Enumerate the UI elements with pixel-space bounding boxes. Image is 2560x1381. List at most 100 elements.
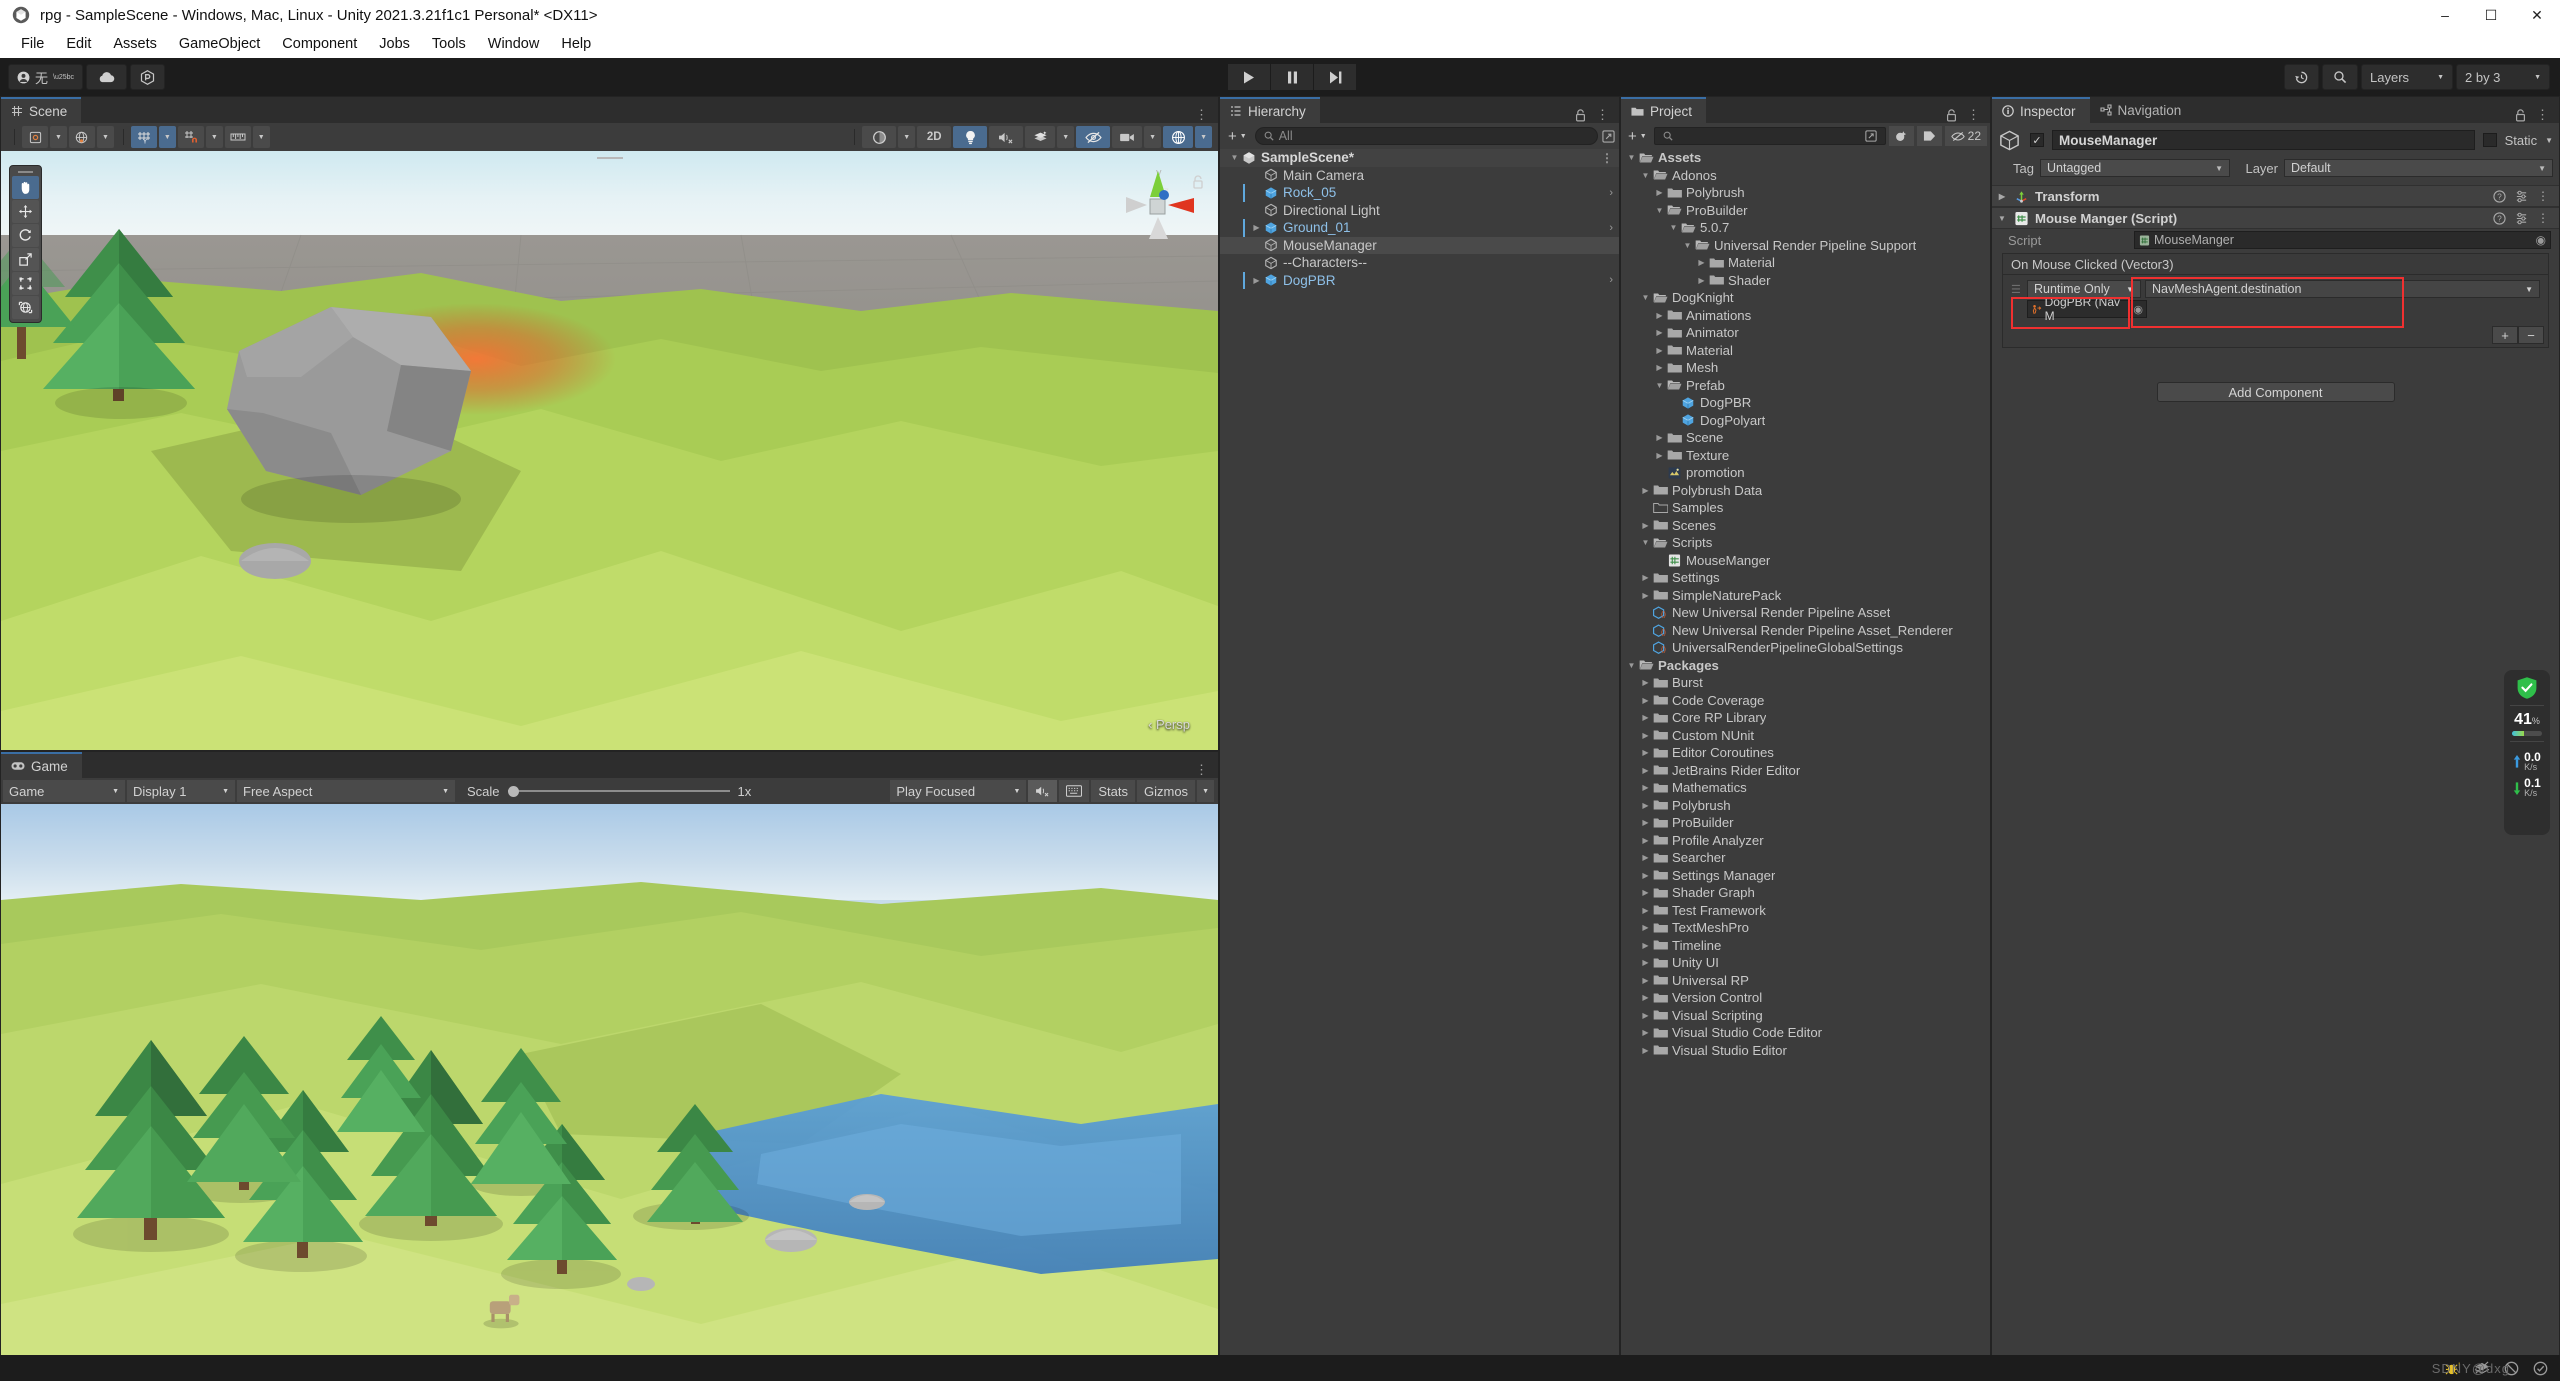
project-item[interactable]: ▶ Visual Studio Editor	[1621, 1042, 1990, 1060]
foldout-arrow-icon[interactable]: ▶	[1695, 258, 1708, 267]
foldout-arrow-icon[interactable]: ▶	[1639, 1028, 1652, 1037]
foldout-arrow-icon[interactable]: ▶	[1639, 853, 1652, 862]
prefab-open-chevron-icon[interactable]: ›	[1609, 222, 1613, 234]
foldout-arrow-icon[interactable]: ▶	[1639, 818, 1652, 827]
project-filter-label-button[interactable]	[1916, 126, 1942, 146]
foldout-arrow-icon[interactable]: ▶	[1639, 748, 1652, 757]
rotate-tool-button[interactable]	[12, 224, 39, 247]
scene-fx-button[interactable]	[1025, 126, 1056, 148]
menu-item-component[interactable]: Component	[271, 33, 368, 55]
foldout-arrow-icon[interactable]: ▼	[1653, 381, 1666, 390]
account-button[interactable]: 无 \u25bc	[8, 64, 84, 90]
foldout-arrow-icon[interactable]: ▼	[1625, 153, 1638, 162]
project-create-button[interactable]: + ▼	[1624, 128, 1651, 145]
project-item[interactable]: ▶ Animations	[1621, 307, 1990, 325]
tab-navigation[interactable]: Navigation	[2089, 97, 2196, 123]
hierarchy-create-button[interactable]: + ▼	[1224, 128, 1251, 145]
menu-item-tools[interactable]: Tools	[421, 33, 477, 55]
lock-icon[interactable]	[1575, 108, 1586, 122]
event-reorder-grip[interactable]: ☰	[2011, 283, 2023, 296]
foldout-arrow-icon[interactable]: ▶	[1653, 311, 1666, 320]
project-search-expand-icon[interactable]	[1864, 130, 1877, 142]
event-function-dropdown[interactable]: NavMeshAgent.destination ▼	[2145, 280, 2540, 298]
project-item[interactable]: ▶ Version Control	[1621, 989, 1990, 1007]
network-speed-widget[interactable]: 41% 0.0 K/s 0.1 K/s	[2504, 670, 2550, 835]
hierarchy-item[interactable]: ▶ Ground_01 ›	[1220, 219, 1619, 237]
project-item[interactable]: ▶ Texture	[1621, 447, 1990, 465]
foldout-arrow-icon[interactable]: ▶	[1639, 713, 1652, 722]
foldout-arrow-icon[interactable]: ▶	[1639, 783, 1652, 792]
menu-item-help[interactable]: Help	[550, 33, 602, 55]
foldout-arrow-icon[interactable]: ▶	[1639, 976, 1652, 985]
project-item[interactable]: ▶ Test Framework	[1621, 902, 1990, 920]
pause-button[interactable]	[1271, 64, 1313, 90]
project-item[interactable]: MouseManger	[1621, 552, 1990, 570]
scene-lighting-button[interactable]	[953, 126, 988, 148]
project-item[interactable]: promotion	[1621, 464, 1990, 482]
foldout-arrow-icon[interactable]: ▶	[1653, 451, 1666, 460]
project-item[interactable]: ▼ Scripts	[1621, 534, 1990, 552]
gizmos-dropdown[interactable]: ▼	[1195, 126, 1212, 148]
project-item[interactable]: () New Universal Render Pipeline Asset_Re…	[1621, 622, 1990, 640]
kebab-icon[interactable]: ⋮	[1596, 107, 1609, 123]
grid-axis-button[interactable]: Y	[130, 126, 157, 148]
foldout-arrow-icon[interactable]: ▶	[1639, 836, 1652, 845]
snap-dropdown[interactable]: ▼	[205, 126, 223, 148]
kebab-icon[interactable]: ⋮	[1601, 151, 1613, 165]
tab-project[interactable]: Project	[1621, 97, 1707, 123]
project-item[interactable]: ▼ 5.0.7	[1621, 219, 1990, 237]
hierarchy-tree[interactable]: ▼ SampleScene* ⋮ Main Camera Rock_05 › Directi…	[1220, 149, 1619, 1380]
game-viewport[interactable]	[1, 804, 1218, 1374]
project-item[interactable]: ▶ Editor Coroutines	[1621, 744, 1990, 762]
foldout-arrow-icon[interactable]: ▶	[1639, 678, 1652, 687]
menu-item-edit[interactable]: Edit	[55, 33, 102, 55]
project-tree[interactable]: ▼ Assets ▼ Adonos ▶ Polybrush ▼ ProBuilder ▼ 5.0.…	[1621, 149, 1990, 1380]
prefab-open-chevron-icon[interactable]: ›	[1609, 274, 1613, 286]
cloud-button[interactable]	[86, 64, 128, 90]
hand-tool-button[interactable]	[12, 176, 39, 199]
hierarchy-item[interactable]: Main Camera	[1220, 167, 1619, 185]
project-item[interactable]: Samples	[1621, 499, 1990, 517]
project-item[interactable]: ▶ Settings Manager	[1621, 867, 1990, 885]
project-item[interactable]: ▶ Shader Graph	[1621, 884, 1990, 902]
project-item[interactable]: ▶ Scene	[1621, 429, 1990, 447]
add-component-button[interactable]: Add Component	[2156, 382, 2395, 402]
foldout-arrow-icon[interactable]: ▼	[1625, 661, 1638, 670]
lock-icon[interactable]	[2515, 108, 2526, 122]
progress-check-icon[interactable]	[2533, 1361, 2548, 1376]
play-button[interactable]	[1228, 64, 1270, 90]
project-item[interactable]: ▶ Burst	[1621, 674, 1990, 692]
project-item[interactable]: ▼ Assets	[1621, 149, 1990, 167]
project-item[interactable]: ▶ SimpleNaturePack	[1621, 587, 1990, 605]
lock-icon[interactable]	[1946, 108, 1957, 122]
services-button[interactable]	[130, 64, 166, 90]
event-target-object-field[interactable]: DogPBR (Nav M ◉	[2027, 295, 2147, 323]
game-stats-button[interactable]: Stats	[1091, 780, 1135, 802]
kebab-icon[interactable]: ⋮	[1195, 762, 1208, 778]
foldout-arrow-icon[interactable]: ▶	[1653, 188, 1666, 197]
scene-visibility-button[interactable]	[1076, 126, 1111, 148]
menu-item-jobs[interactable]: Jobs	[368, 33, 421, 55]
toggle-2d-button[interactable]: 2D	[917, 126, 952, 148]
grid-size-dropdown[interactable]: ▼	[252, 126, 270, 148]
project-item[interactable]: ▶ TextMeshPro	[1621, 919, 1990, 937]
layout-dropdown[interactable]: 2 by 3 ▼	[2456, 64, 2550, 90]
foldout-arrow-icon[interactable]: ▼	[1639, 171, 1652, 180]
project-item[interactable]: () UniversalRenderPipelineGlobalSettings	[1621, 639, 1990, 657]
project-item[interactable]: ▼ ProBuilder	[1621, 202, 1990, 220]
pivot-mode-button[interactable]	[22, 126, 48, 148]
project-item[interactable]: ▼ Adonos	[1621, 167, 1990, 185]
draw-mode-button[interactable]	[862, 126, 897, 148]
project-item[interactable]: ▶ Mesh	[1621, 359, 1990, 377]
project-item[interactable]: DogPolyart	[1621, 412, 1990, 430]
handle-orientation-dropdown[interactable]: ▼	[96, 126, 114, 148]
foldout-arrow-icon[interactable]: ▶	[1639, 591, 1652, 600]
hierarchy-item[interactable]: ▼ SampleScene* ⋮	[1220, 149, 1619, 167]
projection-label[interactable]: ‹ Persp	[1148, 717, 1190, 732]
preset-icon[interactable]	[2515, 212, 2528, 225]
project-item[interactable]: ▼ DogKnight	[1621, 289, 1990, 307]
foldout-arrow-icon[interactable]: ▶	[1639, 923, 1652, 932]
project-item[interactable]: DogPBR	[1621, 394, 1990, 412]
project-item[interactable]: ▶ Material	[1621, 254, 1990, 272]
project-item[interactable]: ▼ Universal Render Pipeline Support	[1621, 237, 1990, 255]
